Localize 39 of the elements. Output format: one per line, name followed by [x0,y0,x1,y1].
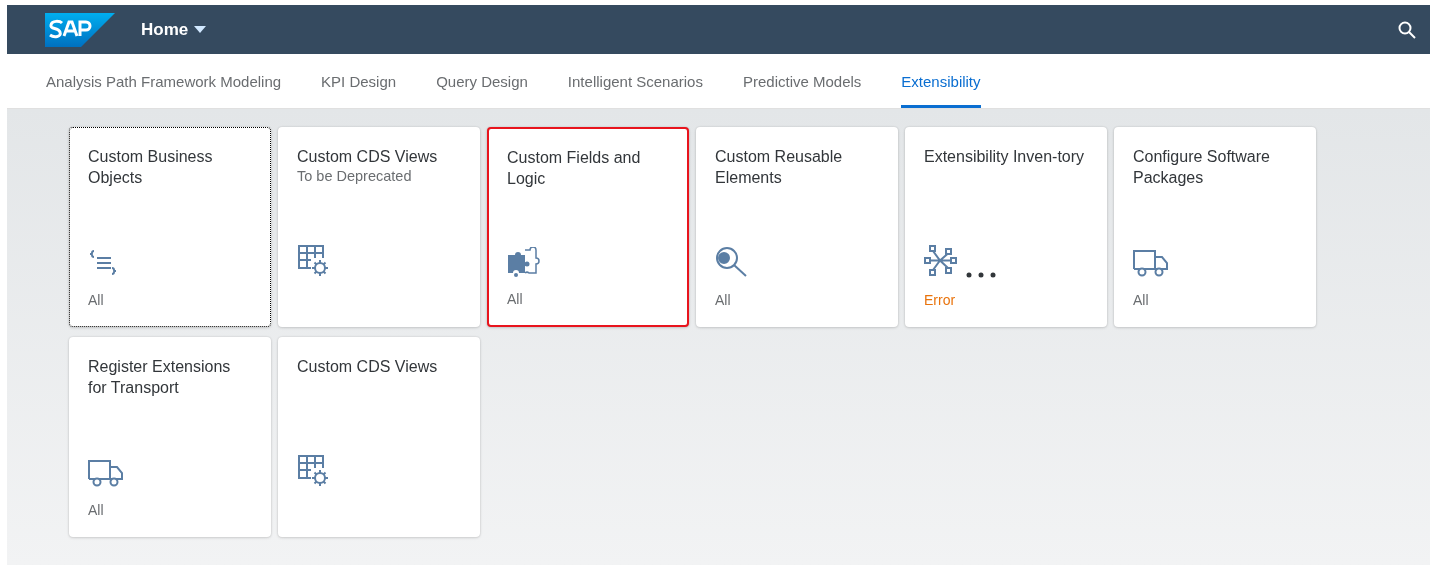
app-tile[interactable]: Custom Business Objects All [69,127,271,327]
tile-title: Register Extensions for Transport [88,357,232,398]
app-tile[interactable]: Custom CDS Views To be Deprecated [278,127,480,327]
app-tile[interactable]: Custom CDS Views [278,337,480,537]
wrench-icon [715,246,749,278]
tab[interactable]: Query Design [436,54,528,108]
network-icon [924,244,958,278]
tile-footer: All [88,502,252,520]
app-tile[interactable]: Configure Software Packages All [1114,127,1316,327]
logo-icon [45,12,115,47]
app-tile[interactable]: Custom Fields and Logic All [487,127,689,327]
tab[interactable]: KPI Design [321,54,397,108]
app-tile[interactable]: Extensibility Inven-tory Error [905,127,1107,327]
tab[interactable]: Intelligent Scenarios [567,54,703,108]
table-gear-icon [297,244,331,278]
caret-icon [194,25,207,34]
puzzle-icon [507,247,541,277]
search-icon[interactable] [1398,20,1416,39]
tile-footer: All [507,291,669,309]
tile-title: Configure Software Packages [1133,147,1271,188]
app-tile[interactable]: Register Extensions for Transport All [69,337,271,537]
tile-title: Custom Business Objects [88,147,214,188]
tile-footer: All [715,292,879,310]
tile-title: Custom CDS Views [297,357,439,377]
tile-subtitle: To be Deprecated [297,168,413,184]
tile-footer: All [1133,292,1297,310]
tile-footer: All [88,292,252,310]
truck-icon [1133,248,1169,278]
table-gear-icon [297,454,331,488]
truck-icon [88,458,124,488]
tab[interactable]: Predictive Models [742,54,862,108]
tile-title: Custom Fields and Logic [507,148,642,189]
tab[interactable]: Analysis Path Framework Modeling [46,54,282,108]
tile-title: Extensibility Inven-tory [924,147,1086,167]
tile-footer: Error [924,292,1088,310]
home-menu-button[interactable]: Home [141,19,207,40]
tile-title: Custom CDS Views [297,147,439,167]
tile-title: Custom Reusable Elements [715,147,844,188]
app-tile[interactable]: Custom Reusable Elements All [696,127,898,327]
